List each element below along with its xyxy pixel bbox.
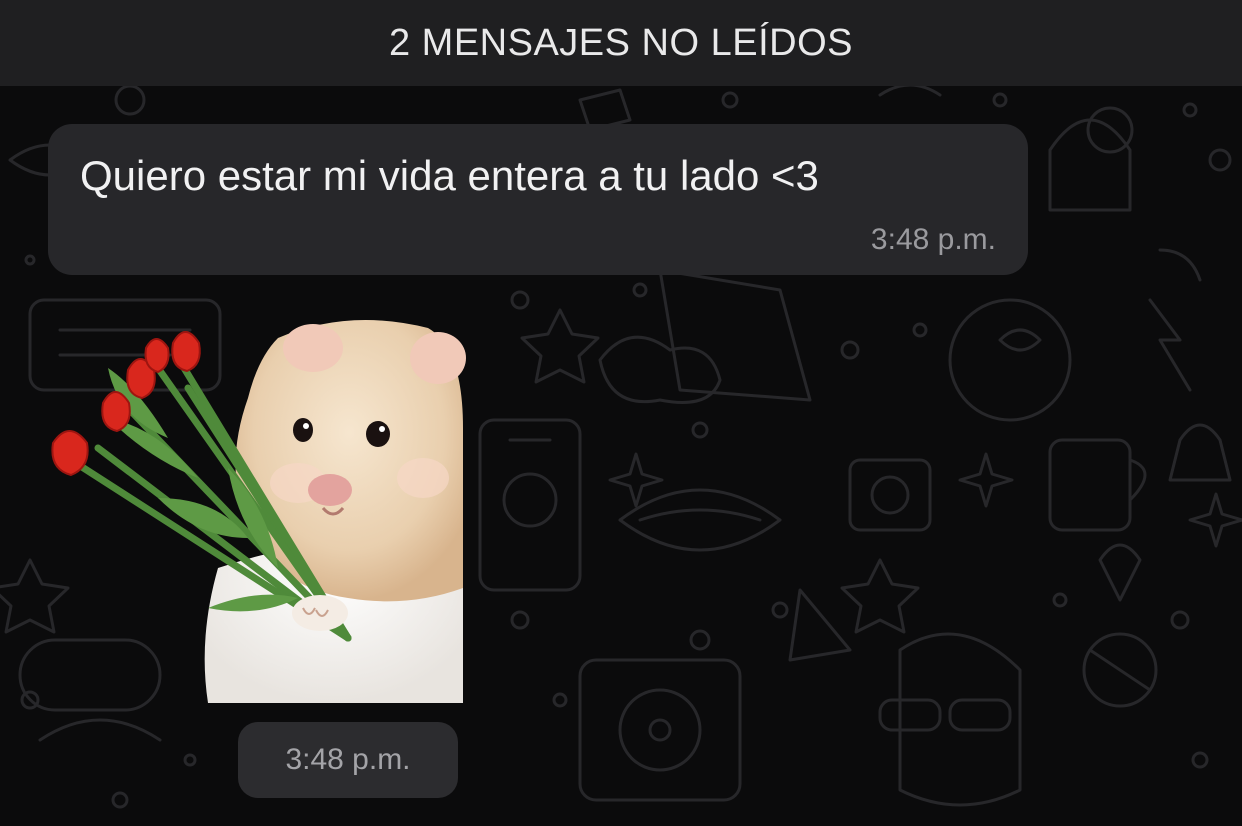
- message-text: Quiero estar mi vida entera a tu lado <3: [80, 152, 819, 199]
- sticker-timestamp-label: 3:48 p.m.: [285, 743, 411, 776]
- message-timestamp: 3:48 p.m.: [870, 223, 996, 256]
- message-bubble[interactable]: Quiero estar mi vida entera a tu lado <3…: [48, 124, 1028, 275]
- sticker-timestamp: 3:48 p.m.: [238, 722, 458, 798]
- chat-view: 2 MENSAJES NO LEÍDOS Quiero estar mi vid…: [0, 0, 1242, 826]
- unread-messages-banner: 2 MENSAJES NO LEÍDOS: [0, 0, 1242, 86]
- hamster-sticker[interactable]: [48, 308, 468, 703]
- unread-banner-label: 2 MENSAJES NO LEÍDOS: [388, 21, 853, 64]
